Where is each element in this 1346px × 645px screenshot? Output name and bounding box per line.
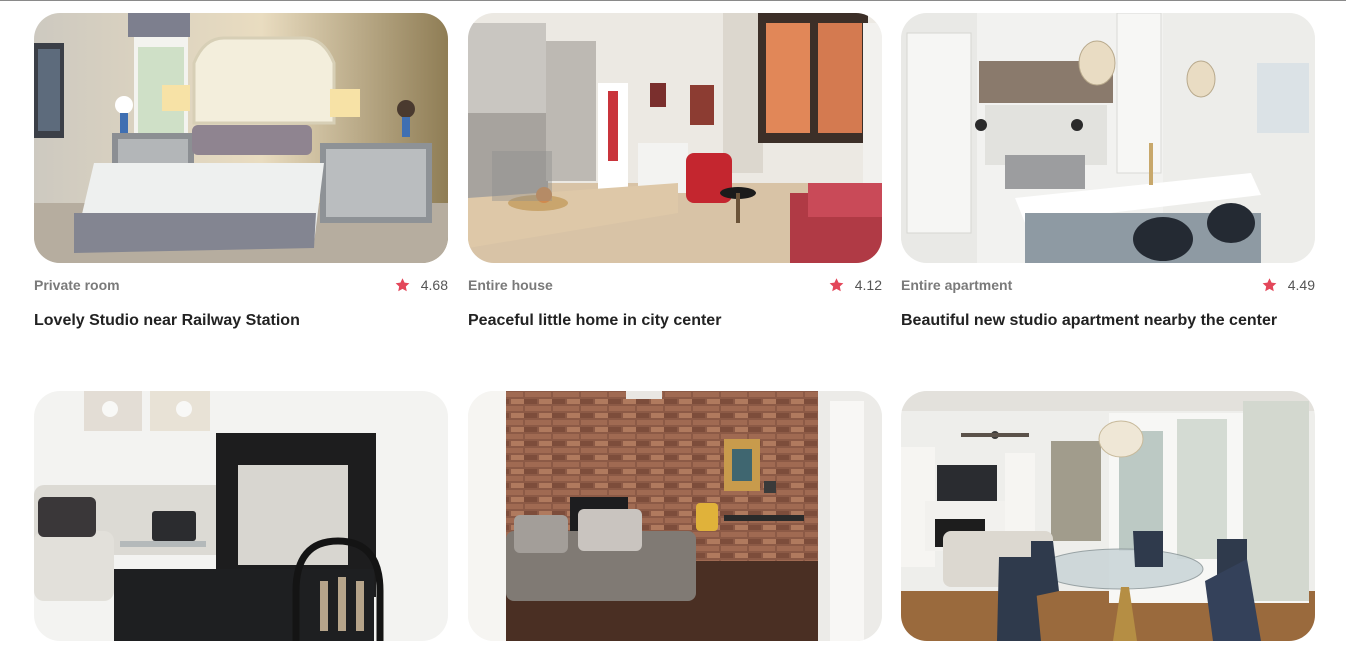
listing-type: Entire house <box>468 277 553 293</box>
star-icon <box>395 278 410 292</box>
listing-card[interactable] <box>468 391 882 641</box>
listing-title[interactable]: Lovely Studio near Railway Station <box>34 312 300 330</box>
listing-title[interactable]: Beautiful new studio apartment nearby th… <box>901 312 1277 330</box>
rating-value: 4.12 <box>854 277 882 293</box>
listing-photo-kitchen[interactable] <box>901 13 1315 263</box>
listing-photo-living[interactable] <box>468 13 882 263</box>
listing-meta: Private room 4.68 <box>34 277 448 293</box>
white-sofa-fireplace-photo <box>34 391 448 641</box>
top-divider <box>0 0 1346 1</box>
listing-card[interactable] <box>34 391 448 641</box>
rating: 4.68 <box>394 277 448 293</box>
bedroom-photo <box>34 13 448 263</box>
listing-card[interactable]: Entire house 4.12 Peaceful little home i… <box>468 13 882 329</box>
rating-value: 4.49 <box>1287 277 1315 293</box>
listing-card[interactable] <box>901 391 1315 641</box>
rating: 4.49 <box>1261 277 1315 293</box>
listing-photo-bedroom[interactable] <box>34 13 448 263</box>
listing-photo-brick[interactable] <box>468 391 882 641</box>
listing-title[interactable]: Peaceful little home in city center <box>468 312 721 330</box>
listing-type: Entire apartment <box>901 277 1013 293</box>
listing-photo-sofa[interactable] <box>34 391 448 641</box>
star-icon <box>1262 278 1277 292</box>
dining-room-photo <box>901 391 1315 641</box>
listing-card[interactable]: Private room 4.68 Lovely Studio near Rai… <box>34 13 448 329</box>
rating: 4.12 <box>828 277 882 293</box>
brick-wall-living-photo <box>468 391 882 641</box>
listing-type: Private room <box>34 277 120 293</box>
listing-meta: Entire house 4.12 <box>468 277 882 293</box>
rating-value: 4.68 <box>420 277 448 293</box>
listing-photo-dining[interactable] <box>901 391 1315 641</box>
star-icon <box>829 278 844 292</box>
listing-card[interactable]: Entire apartment 4.49 Beautiful new stud… <box>901 13 1315 329</box>
living-dining-photo <box>468 13 882 263</box>
listing-meta: Entire apartment 4.49 <box>901 277 1315 293</box>
white-kitchen-photo <box>901 13 1315 263</box>
